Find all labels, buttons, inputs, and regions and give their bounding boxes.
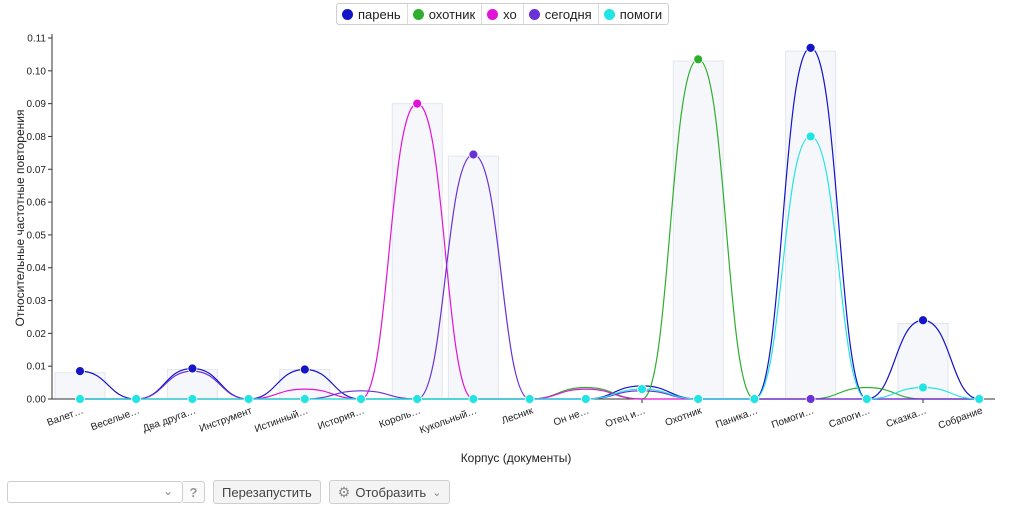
- data-point-помоги: [187, 394, 198, 404]
- restart-button-label: Перезапустить: [222, 484, 312, 500]
- y-tick-label: 0.00: [27, 395, 47, 406]
- data-point-сегодня: [468, 149, 479, 160]
- x-tick-label: Помоги…: [770, 405, 816, 431]
- data-point-помоги: [412, 394, 423, 404]
- data-point-охотник: [693, 54, 704, 65]
- x-tick-label: Сапоги…: [828, 405, 872, 430]
- legend-item[interactable]: помоги: [597, 4, 668, 24]
- legend-dot-icon: [412, 8, 424, 20]
- x-tick-label: Инструмент: [198, 405, 254, 434]
- data-point-помоги: [805, 131, 816, 142]
- data-point-парень: [299, 364, 310, 375]
- legend-dot-icon: [528, 8, 540, 20]
- data-point-помоги: [918, 382, 928, 393]
- x-tick-label: Кукольный…: [418, 405, 478, 436]
- data-point-парень: [805, 42, 816, 53]
- legend-item[interactable]: хо: [481, 4, 523, 24]
- y-tick-label: 0.08: [27, 132, 47, 143]
- y-tick-label: 0.07: [27, 165, 47, 176]
- legend-label: охотник: [428, 6, 476, 22]
- bars-layer: [54, 50, 949, 400]
- chart: 0.00 0.01 0.02 0.03 0.04 0.05 0.06 0.07 0.08 0.09…: [13, 34, 995, 465]
- x-tick-label: Собрание: [937, 404, 985, 431]
- series-line-парень: [79, 47, 980, 400]
- x-tick-label: Охотник: [664, 405, 704, 429]
- data-point-помоги: [580, 394, 591, 404]
- legend-label: помоги: [619, 6, 663, 22]
- data-point-помоги: [974, 394, 985, 404]
- y-tick-label: 0.01: [27, 362, 47, 373]
- legend-item[interactable]: парень: [337, 4, 407, 24]
- y-tick-label: 0.05: [27, 230, 47, 241]
- x-tick-label: Он не…: [552, 405, 591, 428]
- bar: [447, 155, 499, 400]
- legend-label: парень: [358, 6, 401, 22]
- y-tick-label: 0.10: [27, 66, 47, 77]
- x-tick-label: Лесник: [500, 405, 535, 427]
- legend-dot-icon: [603, 8, 615, 20]
- help-icon[interactable]: ?: [183, 481, 205, 503]
- axes: [48, 34, 995, 403]
- gear-icon: ⚙: [337, 483, 351, 500]
- data-point-помоги: [243, 394, 254, 404]
- data-point-помоги: [356, 394, 366, 404]
- corpus-select[interactable]: ⌄: [7, 481, 183, 503]
- bar: [672, 60, 724, 400]
- data-point-помоги: [861, 394, 872, 404]
- chevron-down-icon: ⌄: [432, 486, 442, 499]
- legend-label: сегодня: [544, 6, 592, 22]
- x-tick-label: Сказка…: [885, 405, 928, 430]
- series-line-хо: [79, 103, 980, 400]
- series-markers: [75, 42, 985, 404]
- y-tick-label: 0.11: [27, 34, 46, 45]
- x-tick-label: Веселые…: [89, 405, 141, 433]
- data-point-помоги: [299, 394, 310, 404]
- legend-dot-icon: [342, 8, 353, 20]
- data-point-помоги: [468, 394, 479, 404]
- x-tick-label: Паника…: [714, 405, 759, 430]
- x-tick-label: Король…: [378, 405, 422, 430]
- data-point-сегодня: [805, 394, 816, 404]
- x-tick-label: Отец и…: [604, 405, 647, 430]
- data-point-помоги: [693, 394, 704, 404]
- x-tick-label: Два друга…: [141, 405, 197, 434]
- y-tick-label: 0.06: [27, 198, 47, 209]
- toolbar: ⌄ ? Перезапустить ⚙ Отобразить ⌄: [7, 480, 451, 504]
- bar: [785, 50, 837, 400]
- data-point-помоги: [749, 394, 760, 404]
- x-axis-title: Корпус (документы): [461, 451, 572, 465]
- x-tick-label: История…: [316, 405, 366, 432]
- series-line-помоги: [79, 135, 980, 400]
- series-lines: [79, 47, 980, 400]
- data-point-парень: [187, 363, 198, 374]
- series-line-сегодня: [79, 153, 980, 400]
- data-point-помоги: [637, 384, 647, 395]
- y-tick-label: 0.02: [27, 329, 47, 340]
- legend-label: хо: [503, 6, 517, 22]
- y-axis-title: Относительные частотные повторения: [13, 110, 27, 327]
- data-point-парень: [918, 315, 928, 326]
- series-line-охотник: [79, 58, 980, 400]
- legend-item[interactable]: сегодня: [522, 4, 598, 24]
- x-tick-label: Валет…: [46, 405, 85, 428]
- legend-item[interactable]: охотник: [406, 4, 481, 24]
- legend-dot-icon: [487, 8, 499, 20]
- data-point-помоги: [524, 394, 535, 404]
- x-tick-label: Истинный…: [253, 405, 310, 435]
- data-point-помоги: [75, 394, 85, 404]
- data-point-помоги: [131, 394, 142, 404]
- y-tick-label: 0.04: [27, 263, 47, 274]
- restart-button[interactable]: Перезапустить: [213, 480, 321, 504]
- display-button[interactable]: ⚙ Отобразить ⌄: [328, 480, 451, 504]
- data-point-парень: [75, 366, 85, 377]
- y-tick-label: 0.03: [27, 296, 47, 307]
- y-tick-label: 0.09: [27, 99, 47, 110]
- display-button-label: Отобразить: [355, 484, 427, 500]
- chevron-down-icon: ⌄: [162, 484, 173, 498]
- data-point-хо: [412, 98, 423, 109]
- legend: парень охотник хо сегодня помоги: [336, 3, 670, 25]
